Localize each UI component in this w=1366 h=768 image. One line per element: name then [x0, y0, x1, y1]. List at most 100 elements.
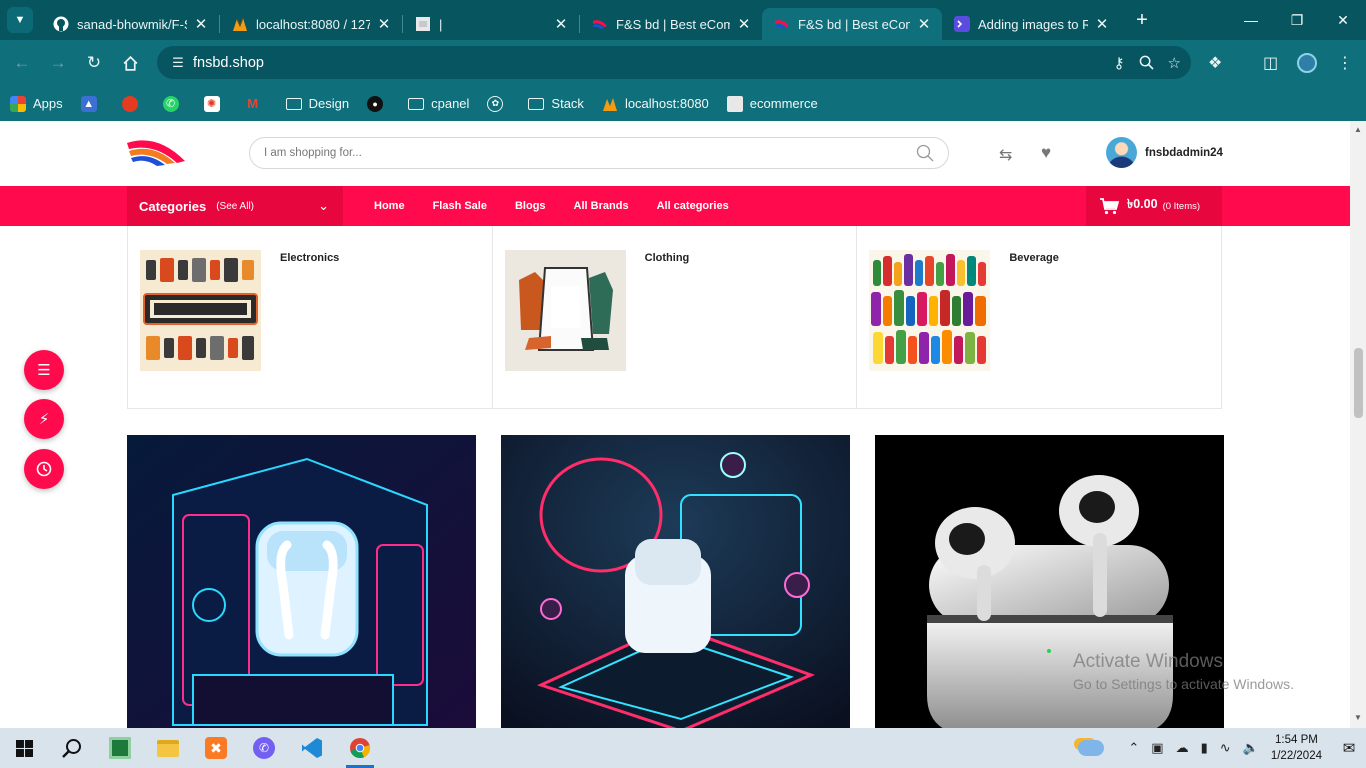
bookmark-gmail[interactable]: M [245, 96, 268, 112]
taskbar-xampp[interactable]: ✖ [192, 728, 240, 768]
category-name[interactable]: Beverage [1009, 252, 1059, 264]
compare-icon[interactable]: ⇆ [999, 145, 1012, 165]
taskbar-spreadsheet-app[interactable] [96, 728, 144, 768]
nav-all-categories[interactable]: All categories [657, 200, 729, 212]
menu-fab-button[interactable]: ☰ [24, 350, 64, 390]
minimize-button[interactable]: — [1228, 0, 1274, 40]
bookmark-design[interactable]: Design [285, 96, 349, 111]
category-card-clothing[interactable]: Clothing [493, 226, 858, 408]
speaker-muted-icon[interactable]: 🔈 [1243, 740, 1259, 756]
close-window-button[interactable]: ✕ [1320, 0, 1366, 40]
tab-phpmyadmin[interactable]: localhost:8080 / 127.0 ✕ [220, 8, 402, 40]
bookmark-localhost[interactable]: localhost:8080 [602, 96, 709, 112]
category-name[interactable]: Clothing [645, 252, 690, 264]
back-button[interactable]: ← [4, 45, 40, 81]
password-key-icon[interactable]: ⚷ [1114, 54, 1125, 72]
tab-fns-active[interactable]: F&S bd | Best eComm ✕ [762, 8, 942, 40]
tab-github[interactable]: sanad-bhowmik/F-Sb ✕ [41, 8, 219, 40]
whatsapp-icon: ✆ [162, 95, 179, 112]
flash-sale-fab-button[interactable]: ⚡ [24, 399, 64, 439]
side-panel-button[interactable]: ◫ [1263, 46, 1278, 79]
tab-terminal[interactable]: Adding images to REA ✕ [942, 8, 1120, 40]
url-text[interactable]: fnsbd.shop [193, 55, 264, 71]
taskbar-chrome[interactable] [336, 728, 384, 768]
close-icon[interactable]: ✕ [376, 15, 392, 33]
google-photos-icon: ✺ [203, 95, 220, 112]
nav-home[interactable]: Home [374, 200, 405, 212]
folder-icon [528, 97, 545, 110]
reload-button[interactable]: ↻ [76, 45, 112, 81]
restore-button[interactable]: ❐ [1274, 0, 1320, 40]
category-card-electronics[interactable]: Electronics [128, 226, 493, 408]
user-account[interactable]: fnsbdadmin24 [1106, 137, 1223, 168]
fns-logo[interactable] [127, 137, 185, 169]
bookmark-apps[interactable]: Apps [10, 95, 63, 112]
search-icon[interactable] [916, 144, 934, 162]
nav-blogs[interactable]: Blogs [515, 200, 546, 212]
category-card-beverage[interactable]: Beverage [857, 226, 1221, 408]
home-button[interactable] [112, 45, 148, 81]
extensions-button[interactable]: ❖ [1208, 46, 1222, 79]
battery-icon[interactable]: ▮ [1201, 740, 1208, 756]
bookmark-photos[interactable]: ✺ [203, 95, 227, 112]
bookmark-whatsapp[interactable]: ✆ [162, 95, 186, 112]
product-card-airpods-neon-platform[interactable] [501, 435, 850, 728]
omnibox[interactable]: ☰ fnsbd.shop ⚷ ☆ [157, 46, 1191, 79]
new-tab-button[interactable]: + [1130, 9, 1154, 32]
nav-flash-sale[interactable]: Flash Sale [433, 200, 487, 212]
taskbar-vscode[interactable] [288, 728, 336, 768]
search-input[interactable] [264, 147, 884, 159]
close-icon[interactable]: ✕ [916, 15, 932, 33]
bookmark-ecommerce[interactable]: ecommerce [726, 95, 818, 112]
chevron-up-icon[interactable]: ⌃ [1128, 740, 1139, 756]
taskbar-file-explorer[interactable] [144, 728, 192, 768]
wifi-icon[interactable]: ∿ [1220, 740, 1231, 756]
close-icon[interactable]: ✕ [736, 15, 752, 33]
scrollbar-thumb[interactable] [1354, 348, 1363, 418]
forward-button[interactable]: → [40, 45, 76, 81]
scroll-down-arrow-icon[interactable]: ▼ [1353, 713, 1363, 722]
search-taskbar-button[interactable] [48, 728, 96, 768]
notification-center-button[interactable]: ✉ [1332, 728, 1366, 768]
taskbar-viber[interactable]: ✆ [240, 728, 288, 768]
product-card-airpods-neon-tags[interactable] [127, 435, 476, 728]
weather-cloud-icon[interactable] [1078, 740, 1105, 756]
onedrive-cloud-icon[interactable]: ☁ [1176, 740, 1189, 756]
meet-now-icon[interactable]: ▣ [1151, 740, 1163, 756]
start-button[interactable] [0, 728, 48, 768]
tab-blank[interactable]: | ✕ [403, 8, 579, 40]
category-name[interactable]: Electronics [280, 252, 339, 264]
cart-icon [1100, 197, 1119, 214]
zoom-icon[interactable] [1139, 55, 1154, 70]
notification-icon: ✉ [1342, 740, 1356, 757]
bookmark-red[interactable] [121, 95, 145, 112]
cart-button[interactable]: ৳0.00 (0 Items) [1086, 186, 1222, 226]
site-header: ⇆ ♥ fnsbdadmin24 [0, 121, 1350, 186]
bookmark-android[interactable]: ▲ [80, 95, 104, 112]
recent-fab-button[interactable] [24, 449, 64, 489]
profile-button[interactable] [1297, 46, 1317, 79]
tab-fns-1[interactable]: F&S bd | Best eComm ✕ [580, 8, 762, 40]
windows-taskbar: ✖ ✆ ⌃ ▣ ☁ ▮ ∿ 🔈 1:54 PM 1/22/2024 ✉ [0, 728, 1366, 768]
categories-dropdown[interactable]: Categories (See All) ⌄ [127, 186, 343, 226]
close-icon[interactable]: ✕ [553, 15, 569, 33]
site-settings-icon[interactable]: ☰ [163, 55, 193, 71]
bookmark-star-icon[interactable]: ☆ [1168, 54, 1181, 72]
taskbar-clock[interactable]: 1:54 PM 1/22/2024 [1271, 732, 1322, 764]
tab-search-button[interactable]: ▼ [7, 7, 33, 33]
see-all-link[interactable]: (See All) [216, 201, 254, 212]
bookmark-chatgpt[interactable]: ✿ [487, 95, 510, 112]
bookmark-label: localhost:8080 [624, 96, 709, 111]
chrome-menu-button[interactable]: ⋮ [1337, 46, 1353, 79]
wishlist-heart-icon[interactable]: ♥ [1041, 143, 1051, 163]
close-icon[interactable]: ✕ [193, 15, 209, 33]
scroll-up-arrow-icon[interactable]: ▲ [1353, 125, 1363, 134]
nav-all-brands[interactable]: All Brands [574, 200, 629, 212]
close-icon[interactable]: ✕ [1094, 15, 1110, 33]
page-scrollbar[interactable]: ▲ ▼ [1350, 121, 1366, 728]
xampp-icon: ✖ [205, 737, 227, 759]
bookmark-stack[interactable]: Stack [528, 96, 584, 111]
fns-logo-icon [775, 20, 789, 29]
bookmark-cpanel[interactable]: cpanel [408, 96, 469, 111]
bookmark-github[interactable]: ● [367, 95, 390, 112]
